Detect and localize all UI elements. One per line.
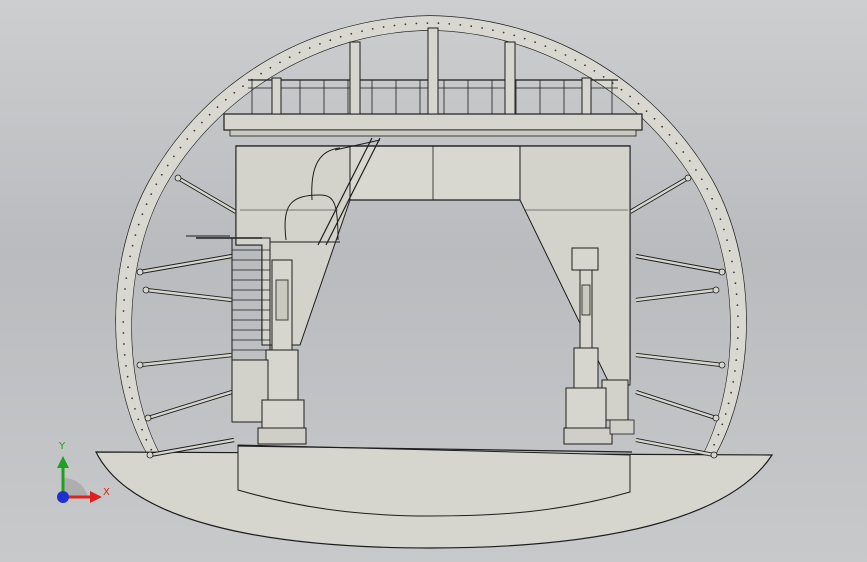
triad-x-label: X <box>103 487 110 498</box>
triad-y-label: Y <box>59 441 66 452</box>
top-truss <box>223 27 643 137</box>
tunnel-formwork-drawing[interactable] <box>0 0 867 562</box>
gantry-left-leg <box>235 145 351 346</box>
radial-support-struts <box>136 174 726 459</box>
coordinate-triad <box>57 456 102 503</box>
cad-viewport[interactable]: Y X <box>0 0 867 562</box>
